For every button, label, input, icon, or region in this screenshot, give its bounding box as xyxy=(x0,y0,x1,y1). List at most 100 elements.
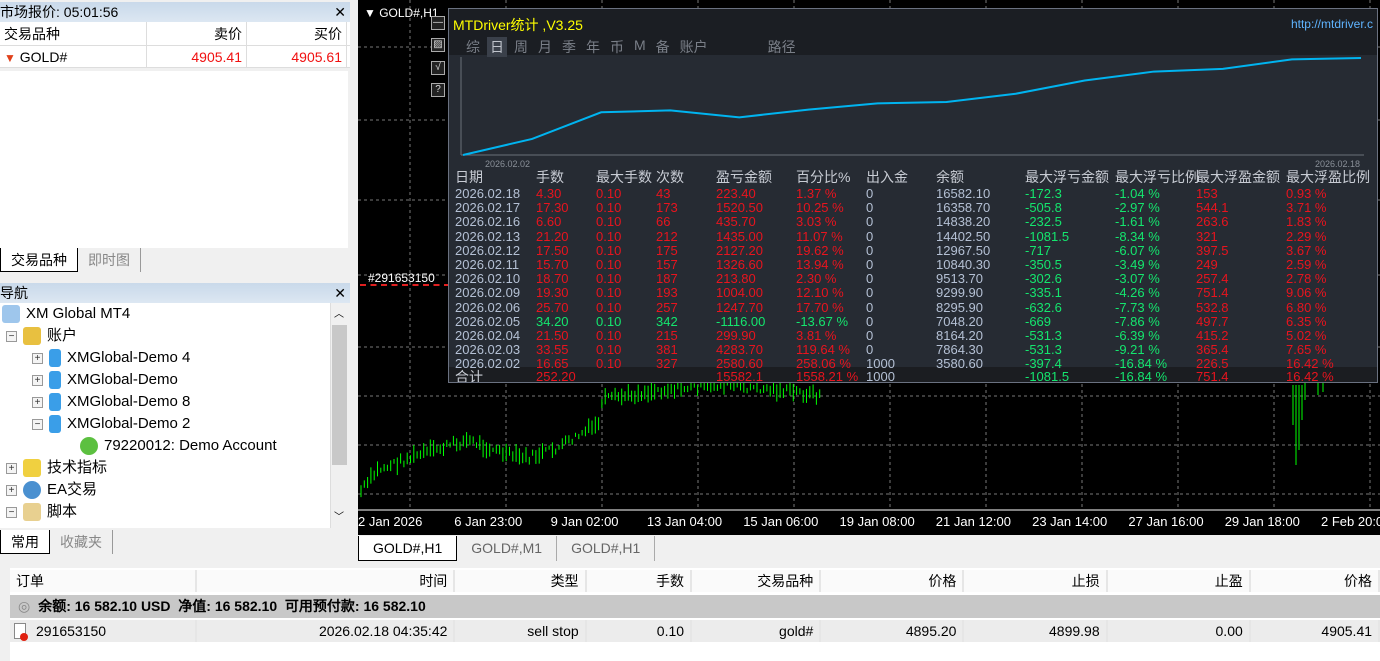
order-line[interactable] xyxy=(360,284,450,286)
scroll-thumb[interactable] xyxy=(332,325,347,465)
navigator-tree: XM Global MT4 − 账户 + XMGlobal-Demo 4 + XMGl… xyxy=(0,303,330,528)
market-watch-body xyxy=(0,71,348,248)
panel-tab[interactable]: 币 xyxy=(607,37,627,57)
user-icon xyxy=(80,437,98,456)
stats-cell: 321 xyxy=(1196,228,1218,244)
terminal-header[interactable]: 订单 时间 类型 手数 交易品种 价格 止损 止盈 价格 xyxy=(10,570,1380,592)
stats-cell: 2.78 % xyxy=(1286,271,1327,287)
stats-cell: 2026.02.17 xyxy=(455,200,521,216)
terminal-header-cell[interactable]: 价格 xyxy=(1251,570,1380,592)
stats-cell: 14402.50 xyxy=(936,228,991,244)
help-button[interactable]: ? xyxy=(431,83,445,97)
stats-cell: 6.35 % xyxy=(1286,313,1327,329)
stats-cell: -7.86 % xyxy=(1115,313,1160,329)
total-cell: 15582.1 xyxy=(716,369,763,383)
tab-favorites[interactable]: 收藏夹 xyxy=(50,530,113,554)
column-header: 最大浮亏比例 xyxy=(1115,169,1199,185)
navigator-scrollbar[interactable]: ︿ ﹀ xyxy=(330,303,348,528)
stats-cell: 173 xyxy=(656,200,678,216)
panel-tab[interactable]: 路径 xyxy=(765,37,799,57)
terminal-header-cell[interactable]: 类型 xyxy=(455,570,587,592)
tree-server[interactable]: − XMGlobal-Demo 2 xyxy=(32,413,190,435)
stats-cell: -1.61 % xyxy=(1115,214,1160,230)
stats-cell: 3.71 % xyxy=(1286,200,1327,216)
collapse-icon[interactable]: − xyxy=(32,418,43,430)
expand-icon[interactable]: + xyxy=(32,396,43,408)
account-summary: 余额: 16 582.10 USD 净值: 16 582.10 可用预付款: 1… xyxy=(38,598,426,614)
panel-tab[interactable]: 季 xyxy=(559,37,579,57)
panel-tab[interactable]: 综 xyxy=(463,37,483,57)
expand-icon[interactable]: + xyxy=(6,462,17,474)
order-row[interactable]: 291653150 2026.02.18 04:35:42 sell stop 0.1… xyxy=(10,620,1380,642)
tree-root[interactable]: XM Global MT4 xyxy=(2,303,130,325)
tree-indicators[interactable]: + 技术指标 xyxy=(6,457,107,479)
stats-cell: 2026.02.04 xyxy=(455,328,521,343)
col-ask[interactable]: 买价 xyxy=(247,22,347,45)
stats-cell: 342 xyxy=(656,313,678,329)
order-row-cell: 0.10 xyxy=(587,620,693,642)
order-row-cell: 291653150 xyxy=(10,620,197,642)
stats-cell: 397.5 xyxy=(1196,242,1229,258)
chart-tab[interactable]: GOLD#,M1 xyxy=(457,536,558,561)
terminal-header-cell[interactable]: 止损 xyxy=(964,570,1108,592)
panel-tab[interactable]: 账户 xyxy=(677,37,711,57)
total-cell: 751.4 xyxy=(1196,369,1229,383)
terminal-header-cell[interactable]: 交易品种 xyxy=(692,570,822,592)
close-icon[interactable]: ✕ xyxy=(334,2,346,22)
terminal-header-cell[interactable]: 时间 xyxy=(197,570,456,592)
tree-experts[interactable]: + EA交易 xyxy=(6,479,97,501)
col-symbol[interactable]: 交易品种 xyxy=(0,22,147,45)
chart-tab[interactable]: GOLD#,H1 xyxy=(557,536,656,561)
time-axis-label: 21 Jan 12:00 xyxy=(935,514,1011,529)
stats-cell: 2026.02.03 xyxy=(455,342,521,358)
stats-cell: 7864.30 xyxy=(936,342,983,358)
col-bid[interactable]: 卖价 xyxy=(147,22,247,45)
tree-server[interactable]: + XMGlobal-Demo 4 xyxy=(32,347,190,369)
scroll-down-icon[interactable]: ﹀ xyxy=(334,508,344,523)
tree-scripts[interactable]: − 脚本 xyxy=(6,501,77,523)
time-axis-label: 2 Feb 20:00 xyxy=(1321,514,1380,529)
panel-tab[interactable]: 月 xyxy=(535,37,555,57)
close-icon[interactable]: ✕ xyxy=(334,283,346,303)
stats-cell: 0.10 xyxy=(596,228,622,244)
stats-cell: 16582.10 xyxy=(936,186,991,201)
terminal-header-cell[interactable]: 订单 xyxy=(10,570,197,592)
minimize-button[interactable]: — xyxy=(431,16,445,30)
collapse-icon[interactable]: − xyxy=(6,330,17,342)
tree-server[interactable]: + XMGlobal-Demo xyxy=(32,369,178,391)
terminal-header-cell[interactable]: 手数 xyxy=(587,570,692,592)
panel-tab[interactable]: 日 xyxy=(487,37,507,57)
expand-icon[interactable]: + xyxy=(6,484,17,496)
market-watch-row[interactable]: ▼ GOLD# 4905.41 4905.61 xyxy=(0,46,350,68)
tree-accounts[interactable]: − 账户 xyxy=(6,325,77,347)
panel-tab[interactable]: M xyxy=(631,37,649,57)
stats-cell: 17.30 xyxy=(536,200,569,216)
stats-cell: -350.5 xyxy=(1025,257,1062,272)
stats-cell: 7048.20 xyxy=(936,313,983,329)
check-button[interactable]: √ xyxy=(431,61,445,75)
panel-tab[interactable]: 周 xyxy=(511,37,531,57)
stats-cell: 532.8 xyxy=(1196,299,1229,315)
tree-account[interactable]: 79220012: Demo Account xyxy=(80,435,277,457)
expand-icon[interactable]: + xyxy=(32,352,43,364)
scroll-up-icon[interactable]: ︿ xyxy=(334,305,344,320)
tab-tick-chart[interactable]: 即时图 xyxy=(78,248,141,272)
panel-tab[interactable]: 年 xyxy=(583,37,603,57)
expand-icon[interactable]: + xyxy=(32,374,43,386)
panel-url[interactable]: http://mtdriver.c xyxy=(1291,17,1373,31)
terminal-header-cell[interactable]: 止盈 xyxy=(1108,570,1251,592)
chart-tab[interactable]: GOLD#,H1 xyxy=(358,536,458,561)
collapse-icon[interactable]: − xyxy=(6,506,17,518)
tab-common[interactable]: 常用 xyxy=(0,530,50,554)
chart-button[interactable]: ▨ xyxy=(431,38,445,52)
terminal-header-cell[interactable]: 价格 xyxy=(821,570,965,592)
stats-cell: 175 xyxy=(656,242,678,258)
panel-tab[interactable]: 备 xyxy=(653,37,673,57)
tab-symbols[interactable]: 交易品种 xyxy=(0,248,78,272)
stats-cell: 0.10 xyxy=(596,271,622,287)
time-axis-label: 13 Jan 04:00 xyxy=(646,514,723,529)
market-watch-header: 交易品种 卖价 买价 xyxy=(0,22,350,46)
stats-cell: -13.67 % xyxy=(796,313,849,329)
stats-cell: -4.26 % xyxy=(1115,285,1160,301)
tree-server[interactable]: + XMGlobal-Demo 8 xyxy=(32,391,190,413)
